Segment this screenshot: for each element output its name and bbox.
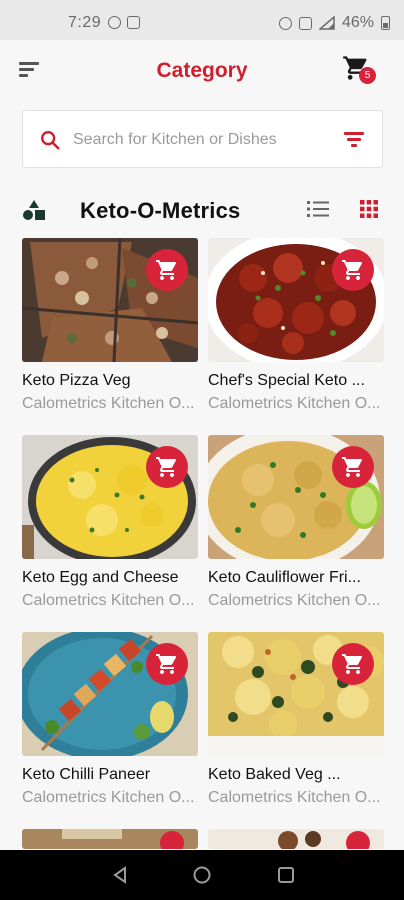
dish-kitchen: Calometrics Kitchen O... [208,789,381,806]
cart-button[interactable]: 5 [342,54,376,86]
grid-view-icon[interactable] [360,200,378,218]
dish-card[interactable]: Keto Cauliflower Fri... Calometrics Kitc… [208,435,384,619]
dish-image [22,829,198,849]
dish-kitchen: Calometrics Kitchen O... [208,395,381,412]
whatsapp-icon [108,16,121,29]
gallery-icon [127,16,140,29]
list-view-icon[interactable] [307,200,329,218]
cart-icon [156,457,177,477]
cart-icon [156,654,177,674]
dish-card[interactable]: Keto Egg and Cheese Calometrics Kitchen … [22,435,198,619]
cart-icon [156,260,177,280]
back-icon[interactable] [110,865,130,885]
recents-icon[interactable] [276,865,296,885]
dish-image [208,829,384,849]
dish-kitchen: Calometrics Kitchen O... [22,592,195,609]
add-to-cart-button[interactable] [146,249,188,291]
dish-name: Keto Egg and Cheese [22,569,179,586]
search-bar [22,110,383,168]
cart-icon [342,654,363,674]
vibrate-icon [298,16,312,30]
status-time: 7:29 [68,14,102,31]
add-to-cart-button[interactable] [146,643,188,685]
dish-kitchen: Calometrics Kitchen O... [22,789,195,806]
add-to-cart-button[interactable] [146,446,188,488]
alarm-icon [278,16,292,30]
add-to-cart-button[interactable] [332,643,374,685]
search-input[interactable] [73,127,323,153]
dish-card[interactable] [208,829,384,849]
add-to-cart-button[interactable] [332,446,374,488]
cart-icon [342,260,363,280]
battery-percent: 46% [341,14,374,31]
dish-card[interactable]: Chef's Special Keto ... Calometrics Kitc… [208,238,384,422]
cart-count-badge: 5 [359,67,376,84]
dish-card[interactable]: Keto Chilli Paneer Calometrics Kitchen O… [22,632,198,816]
category-icon [23,200,45,220]
dish-kitchen: Calometrics Kitchen O... [208,592,381,609]
dish-card[interactable]: Keto Pizza Veg Calometrics Kitchen O... [22,238,198,422]
dish-card[interactable]: Keto Baked Veg ... Calometrics Kitchen O… [208,632,384,816]
dish-kitchen: Calometrics Kitchen O... [22,395,195,412]
signal-icon [318,16,335,30]
dish-card[interactable] [22,829,198,849]
cart-icon [342,457,363,477]
search-icon [41,131,60,150]
dish-name: Keto Baked Veg ... [208,766,341,783]
section-title: Keto-O-Metrics [80,198,241,223]
section-header: Keto-O-Metrics [0,190,404,230]
dish-name: Keto Cauliflower Fri... [208,569,361,586]
battery-icon [381,16,390,30]
filter-icon[interactable] [344,132,364,148]
dish-name: Keto Pizza Veg [22,372,131,389]
add-to-cart-button[interactable] [332,249,374,291]
system-nav-bar [0,850,404,900]
dish-name: Keto Chilli Paneer [22,766,151,783]
dish-name: Chef's Special Keto ... [208,372,365,389]
home-icon[interactable] [192,865,212,885]
status-bar: 7:29 46% [0,0,404,40]
app-bar: Category 5 [0,40,404,102]
